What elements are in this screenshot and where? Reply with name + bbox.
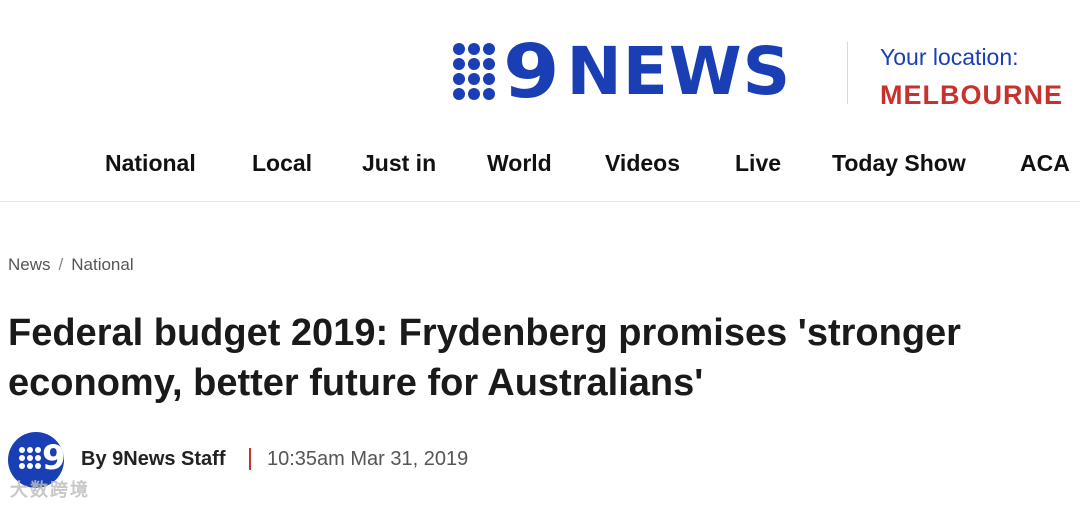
byline-divider [249, 448, 251, 470]
nav-item-just-in[interactable]: Just in [362, 150, 436, 177]
nav-item-national[interactable]: National [105, 150, 196, 177]
nav-item-local[interactable]: Local [252, 150, 312, 177]
breadcrumb-separator: / [58, 255, 64, 274]
location-selector[interactable]: MELBOURNE [880, 80, 1063, 111]
logo-dots-icon [452, 42, 497, 102]
avatar-number: 9 [42, 438, 64, 478]
publish-date: 10:35am Mar 31, 2019 [267, 448, 469, 470]
avatar-dots-icon [18, 446, 42, 470]
logo-word: NEWS [566, 33, 792, 110]
nav-item-videos[interactable]: Videos [605, 150, 680, 177]
site-header: 9 NEWS Your location: MELBOURNE National… [0, 0, 1080, 202]
breadcrumb-news[interactable]: News [8, 255, 51, 274]
main-nav: National Local Just in World Videos Live… [0, 150, 1080, 180]
nine-news-logo[interactable]: 9 NEWS [452, 29, 792, 115]
author-name[interactable]: By 9News Staff [81, 448, 226, 471]
nav-item-world[interactable]: World [487, 150, 552, 177]
breadcrumb-national[interactable]: National [71, 255, 133, 274]
nav-item-today-show[interactable]: Today Show [832, 150, 966, 177]
article-byline: 9 By 9News Staff 10:35am Mar 31, 2019 [8, 432, 608, 488]
logo-number: 9 [503, 29, 560, 115]
watermark-text: 大数跨境 [10, 480, 90, 500]
location-divider [847, 42, 848, 104]
breadcrumb: News / National [8, 255, 134, 275]
nav-item-aca[interactable]: ACA [1020, 150, 1070, 177]
nav-item-live[interactable]: Live [735, 150, 781, 177]
location-label: Your location: [880, 44, 1019, 70]
article-title: Federal budget 2019: Frydenberg promises… [8, 312, 961, 404]
